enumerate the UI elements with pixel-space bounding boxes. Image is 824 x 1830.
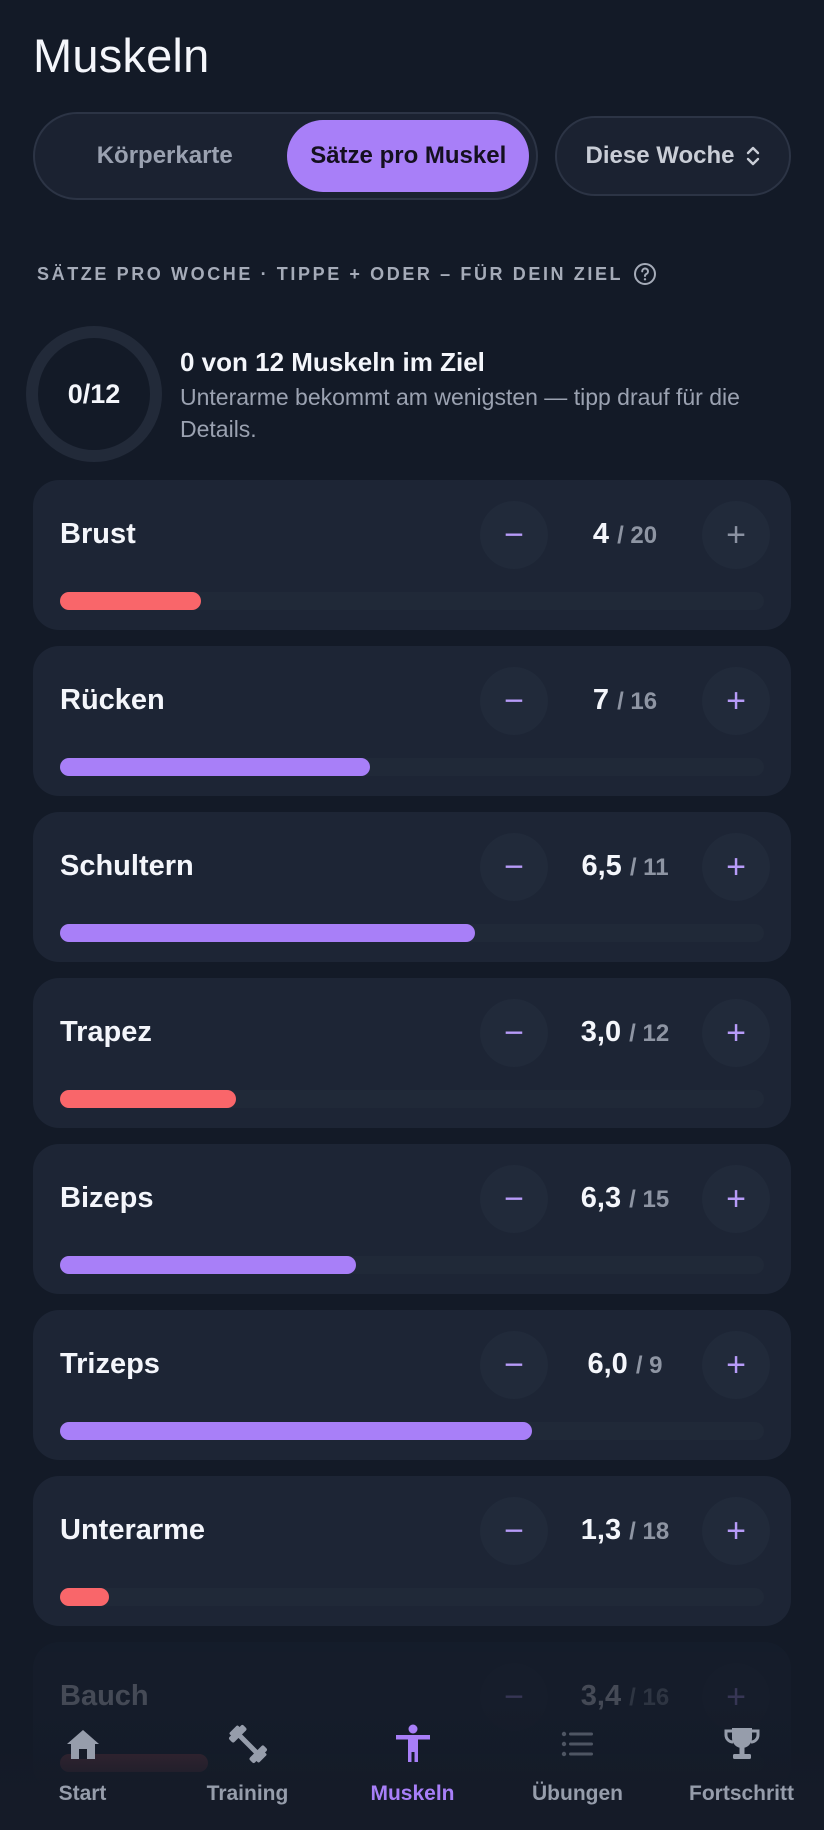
muscle-card[interactable]: Schultern −6,5 / 11 + — [33, 812, 791, 962]
decrease-button[interactable]: − — [480, 1165, 548, 1233]
section-label: SÄTZE PRO WOCHE · TIPPE + ODER – FÜR DEI… — [37, 263, 624, 284]
muscle-name: Trapez — [60, 1016, 152, 1048]
set-count: 6,5 / 11 — [548, 850, 702, 883]
muscle-card[interactable]: Unterarme −1,3 / 18 + — [33, 1476, 791, 1626]
period-select-label: Diese Woche — [585, 142, 735, 169]
nav-item-fortschritt[interactable]: Fortschritt — [659, 1700, 824, 1830]
increase-button[interactable]: + — [702, 1497, 770, 1565]
nav-label-fortschritt: Fortschritt — [689, 1782, 794, 1805]
decrease-button[interactable]: − — [480, 667, 548, 735]
increase-button[interactable]: + — [702, 833, 770, 901]
set-count-value: 4 — [592, 518, 610, 550]
set-count-value: 7 — [592, 684, 610, 716]
set-target: / 18 — [629, 1518, 670, 1545]
goal-progress-label: 0/12 — [67, 378, 121, 409]
trophy-icon — [724, 1728, 759, 1759]
set-count: 6,3 / 15 — [548, 1182, 702, 1215]
set-count: 3,0 / 12 — [548, 1016, 702, 1049]
progress-track — [60, 1256, 764, 1274]
muscle-name: Unterarme — [60, 1514, 206, 1546]
nav-item-training[interactable]: Training — [165, 1700, 330, 1830]
chevron-up-down-icon — [747, 146, 760, 166]
decrease-button[interactable]: − — [480, 1497, 548, 1565]
muscle-name: Rücken — [60, 684, 165, 716]
progress-track — [60, 758, 764, 776]
increase-button[interactable]: + — [702, 1331, 770, 1399]
dumbbell-icon — [228, 1725, 267, 1763]
person-icon — [395, 1724, 430, 1762]
progress-fill — [60, 1256, 356, 1274]
muscle-card[interactable]: Bizeps −6,3 / 15 + — [33, 1144, 791, 1294]
increase-button[interactable]: + — [702, 667, 770, 735]
set-count-value: 6,3 — [580, 1182, 622, 1214]
increase-button[interactable]: + — [702, 999, 770, 1067]
set-count-value: 6,5 — [581, 850, 622, 882]
progress-fill — [60, 592, 201, 610]
muscle-card[interactable]: Trizeps −6,0 / 9 + — [33, 1310, 791, 1460]
muscle-card[interactable]: Brust −4 / 20 + — [33, 480, 791, 630]
page-title: Muskeln — [33, 29, 210, 82]
set-target: / 9 — [635, 1352, 663, 1379]
nav-label-start: Start — [58, 1782, 107, 1805]
muscle-card[interactable]: Trapez −3,0 / 12 + — [33, 978, 791, 1128]
set-count: 1,3 / 18 — [548, 1514, 702, 1547]
decrease-button[interactable]: − — [480, 833, 548, 901]
summary-title: 0 von 12 Muskeln im Ziel — [180, 347, 485, 377]
set-count-value: 1,3 — [580, 1514, 622, 1546]
view-segmented-control: Körperkarte Sätze pro Muskel — [33, 112, 538, 200]
set-target: / 11 — [629, 854, 669, 881]
progress-track — [60, 1090, 764, 1108]
increase-button[interactable]: + — [702, 1165, 770, 1233]
progress-fill — [60, 924, 475, 942]
progress-track — [60, 1422, 764, 1440]
summary-subtitle[interactable]: Unterarme bekommt am wenigsten — tipp dr… — [180, 381, 785, 445]
nav-label-muskeln: Muskeln — [370, 1782, 455, 1805]
progress-fill — [60, 1422, 532, 1440]
set-target: / 12 — [629, 1020, 670, 1047]
increase-button[interactable]: + — [702, 501, 770, 569]
nav-label-uebungen: Übungen — [532, 1782, 623, 1805]
help-icon[interactable] — [633, 262, 657, 286]
section-header: SÄTZE PRO WOCHE · TIPPE + ODER – FÜR DEI… — [37, 262, 657, 286]
tab-body-map[interactable]: Körperkarte — [42, 120, 287, 192]
set-count: 6,0 / 9 — [548, 1348, 702, 1381]
set-count-value: 6,0 — [587, 1348, 628, 1380]
set-count-value: 3,0 — [580, 1016, 622, 1048]
progress-fill — [60, 758, 370, 776]
decrease-button[interactable]: − — [480, 1331, 548, 1399]
nav-item-uebungen[interactable]: Übungen — [495, 1700, 660, 1830]
nav-item-start[interactable]: Start — [0, 1700, 165, 1830]
muscle-name: Brust — [60, 518, 136, 550]
set-count: 4 / 20 — [548, 518, 702, 551]
muscle-name: Schultern — [60, 850, 194, 882]
list-icon — [561, 1731, 593, 1757]
set-target: / 20 — [617, 522, 658, 549]
set-count: 7 / 16 — [548, 684, 702, 717]
home-icon — [66, 1730, 99, 1759]
nav-item-muskeln[interactable]: Muskeln — [330, 1700, 495, 1830]
decrease-button[interactable]: − — [480, 999, 548, 1067]
progress-track — [60, 1588, 764, 1606]
muscle-name: Bizeps — [60, 1182, 154, 1214]
muscle-name: Trizeps — [60, 1348, 160, 1380]
decrease-button[interactable]: − — [480, 501, 548, 569]
tab-sets-per-muscle[interactable]: Sätze pro Muskel — [287, 120, 529, 192]
progress-fill — [60, 1588, 109, 1606]
set-target: / 16 — [617, 688, 658, 715]
progress-track — [60, 924, 764, 942]
progress-fill — [60, 1090, 236, 1108]
muscle-card[interactable]: Rücken −7 / 16 + — [33, 646, 791, 796]
set-target: / 15 — [629, 1186, 670, 1213]
goal-progress-ring: 0/12 — [26, 326, 162, 462]
period-select[interactable]: Diese Woche — [555, 116, 791, 196]
bottom-navigation: Start Training Muskeln Übungen Fortschri… — [0, 1700, 824, 1830]
nav-label-training: Training — [206, 1782, 289, 1805]
progress-track — [60, 592, 764, 610]
